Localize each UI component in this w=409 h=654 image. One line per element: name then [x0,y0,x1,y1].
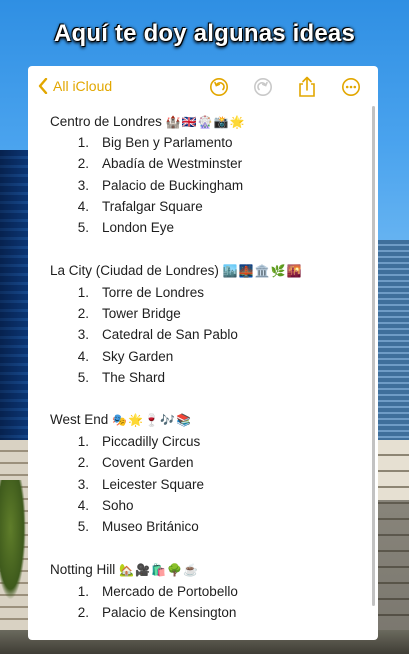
section-title: La City (Ciudad de Londres) [50,262,219,278]
emoji-row: 🏰🇬🇧🎡📸🌟 [165,114,246,129]
numbered-list: 1. Big Ben y Parlamento 2. Abadía de Westm… [50,132,378,238]
share-icon [299,76,315,97]
numbered-list: 1. Mercado de Portobello 2. Palacio de Ken… [50,580,378,623]
numbered-list: 1. Piccadilly Circus 2. Covent Garden 3. Le… [50,431,378,537]
list-item: 4. Trafalgar Square [77,199,203,215]
undo-button[interactable] [206,76,232,98]
emoji-row: 🎭🌟🍷🎶📚 [112,413,192,428]
list-item: 5. London Eye [77,220,175,236]
list-item: 1. Piccadilly Circus [77,434,201,450]
redo-icon [254,78,272,96]
list-item: 2. Abadía de Westminster [77,156,243,172]
list-item: 1. Torre de Londres [77,284,205,300]
undo-icon [210,78,228,96]
share-button[interactable] [294,76,320,98]
section-heading: Centro de Londres 🏰🇬🇧🎡📸🌟 [50,111,378,132]
chevron-left-icon [38,78,48,94]
shadow-building [377,500,409,650]
list-item: 3. Leicester Square [77,476,205,492]
back-button[interactable]: All iCloud [38,78,112,94]
video-caption: Aquí te doy algunas ideas [53,20,356,47]
more-button[interactable] [338,76,364,98]
scrollbar[interactable] [372,106,375,606]
glass-tower [377,240,409,440]
section-la-city: La City (Ciudad de Londres) 🏙️🌉🏛️🌿🌇 1. To… [50,260,378,387]
list-item: 2. Palacio de Kensington [77,604,237,620]
list-item: 5. The Shard [77,369,166,385]
list-item: 2. Covent Garden [77,455,194,471]
list-item: 1. Mercado de Portobello [77,583,238,599]
section-notting-hill: Notting Hill 🏡🎥🛍️🌳☕ 1. Mercado de Portobe… [50,559,378,623]
section-heading: West End 🎭🌟🍷🎶📚 [50,410,378,431]
section-centro: Centro de Londres 🏰🇬🇧🎡📸🌟 1. Big Ben y Par… [50,111,378,238]
list-item: 5. Museo Británico [77,519,199,535]
section-heading: Notting Hill 🏡🎥🛍️🌳☕ [50,559,378,580]
emoji-row: 🏡🎥🛍️🌳☕ [119,562,199,577]
list-item: 4. Soho [77,498,134,513]
back-label: All iCloud [53,78,113,94]
section-heading: La City (Ciudad de Londres) 🏙️🌉🏛️🌿🌇 [50,260,378,281]
note-body[interactable]: Centro de Londres 🏰🇬🇧🎡📸🌟 1. Big Ben y Par… [28,106,378,623]
section-west-end: West End 🎭🌟🍷🎶📚 1. Piccadilly Circus 2. Cov… [50,410,378,537]
numbered-list: 1. Torre de Londres 2. Tower Bridge 3. Cate… [50,281,378,387]
section-title: Notting Hill [50,561,116,577]
more-icon [342,78,360,96]
notes-toolbar: All iCloud [28,66,378,106]
tree [0,480,26,600]
emoji-row: 🏙️🌉🏛️🌿🌇 [222,263,303,278]
list-item: 1. Big Ben y Parlamento [77,135,233,151]
section-title: Centro de Londres [50,113,162,129]
list-item: 4. Sky Garden [77,348,174,364]
list-item: 3. Catedral de San Pablo [77,327,238,343]
redo-button[interactable] [250,76,276,98]
list-item: 3. Palacio de Buckingham [77,177,244,193]
section-title: West End [50,412,109,428]
list-item: 2. Tower Bridge [77,305,181,321]
notes-window: All iCloud Centro de Londres 🏰🇬🇧🎡📸🌟 1. B… [28,66,378,640]
